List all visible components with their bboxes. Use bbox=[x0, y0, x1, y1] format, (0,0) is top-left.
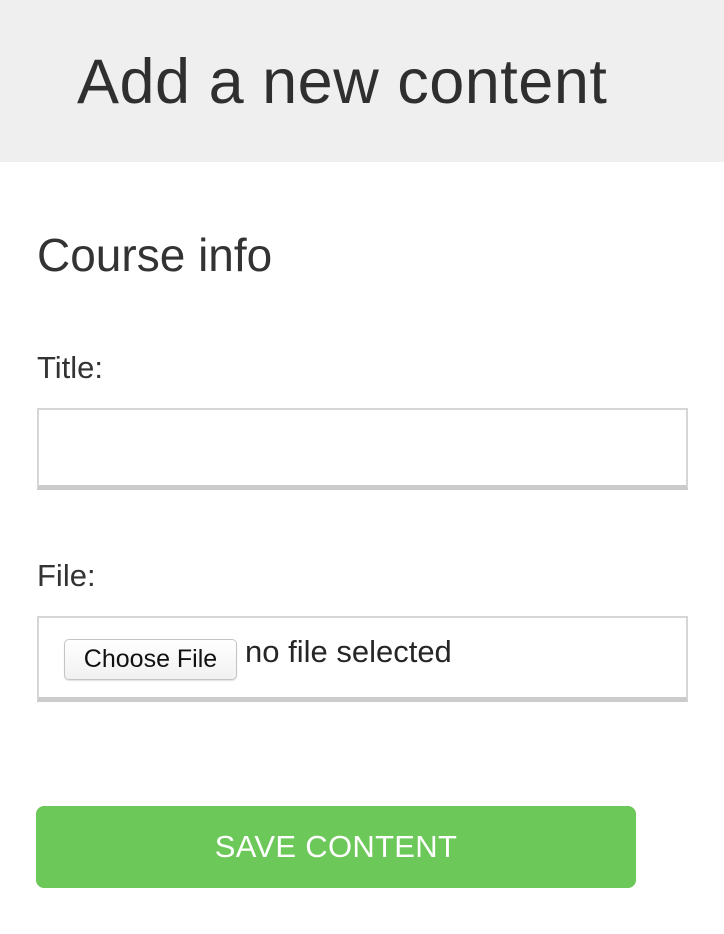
page-title: Add a new content bbox=[77, 47, 608, 117]
title-label: Title: bbox=[37, 350, 104, 385]
file-input[interactable]: Choose File no file selected bbox=[37, 616, 688, 702]
choose-file-button[interactable]: Choose File bbox=[64, 639, 237, 680]
page-header: Add a new content bbox=[0, 0, 724, 162]
save-content-button[interactable]: SAVE CONTENT bbox=[36, 806, 636, 888]
file-label: File: bbox=[37, 558, 96, 593]
file-status: no file selected bbox=[245, 634, 452, 669]
section-title: Course info bbox=[37, 229, 273, 281]
title-input[interactable] bbox=[37, 408, 688, 490]
